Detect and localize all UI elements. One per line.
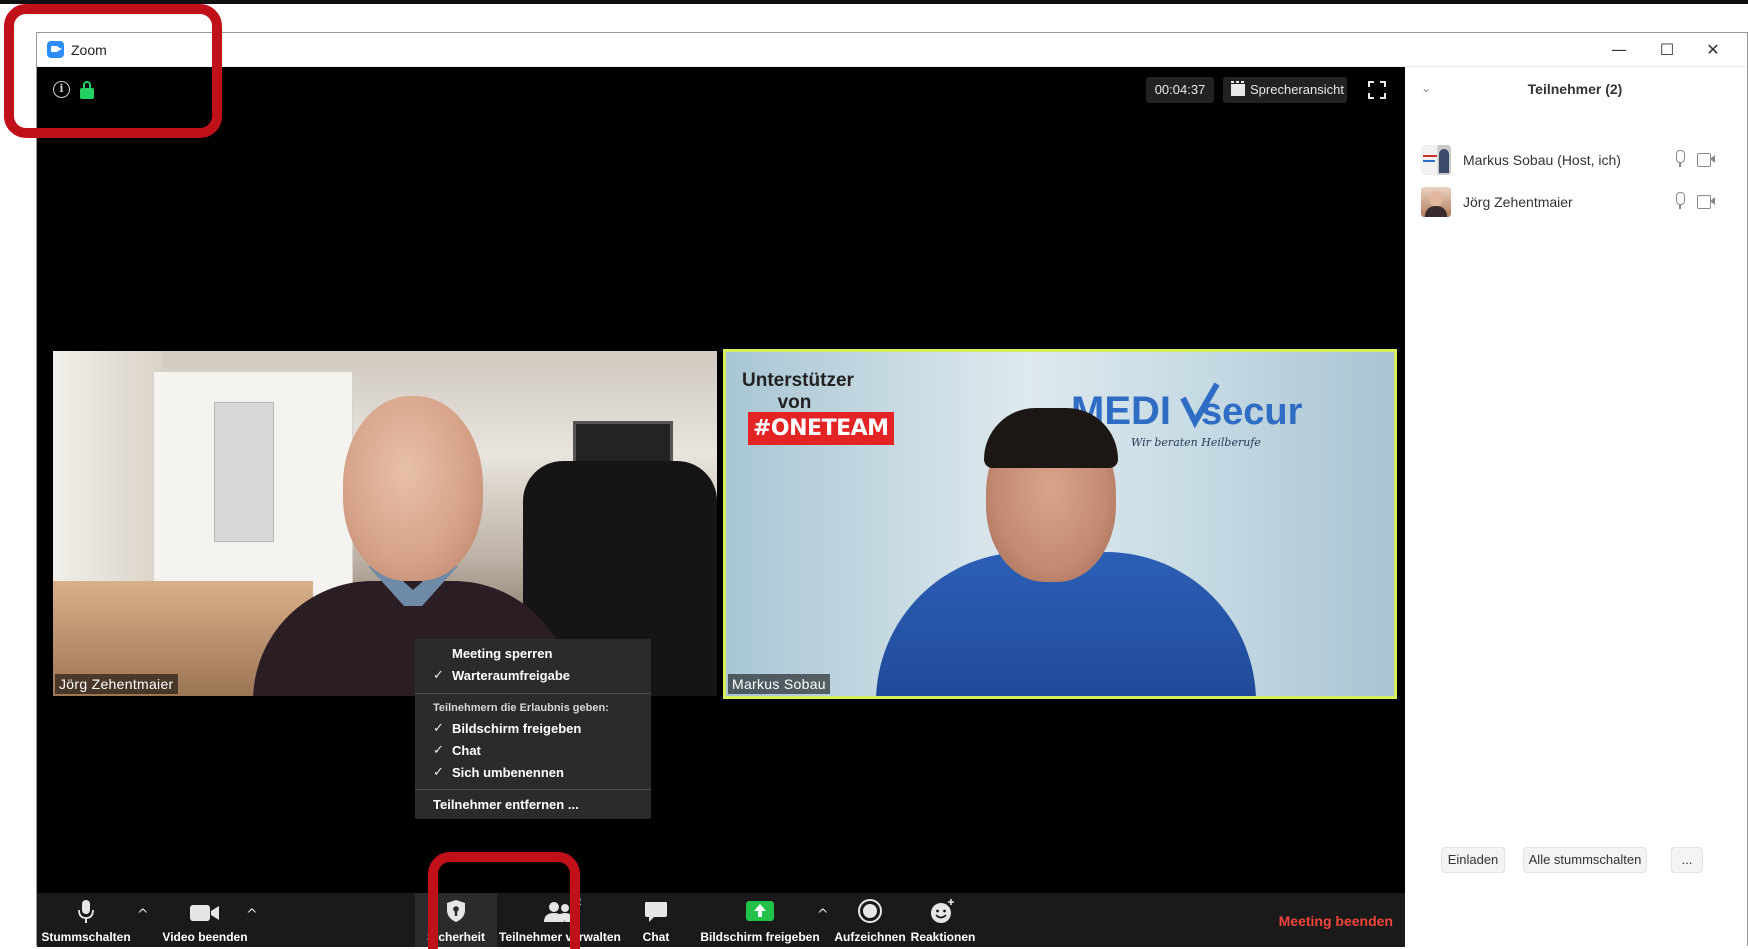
security-menu: Meeting sperren ✓ Warteraumfreigabe Teil…: [415, 639, 651, 819]
meeting-toolbar: Stummschalten ^ Video beenden ^ Sicherhe…: [37, 893, 1405, 947]
logo-text-right: secur: [1201, 391, 1303, 433]
encryption-lock-icon[interactable]: [80, 81, 94, 99]
close-button[interactable]: ✕: [1693, 39, 1733, 61]
menu-item-allow-rename[interactable]: ✓ Sich umbenennen: [415, 762, 651, 784]
video-name-label: Jörg Zehentmaier: [55, 674, 178, 694]
participant-name: Jörg Zehentmaier: [1463, 194, 1573, 210]
chat-label: Chat: [642, 930, 670, 944]
share-options-caret-icon[interactable]: ^: [817, 907, 829, 923]
more-options-button[interactable]: ...: [1671, 847, 1703, 873]
zoom-logo-icon: [47, 41, 64, 58]
manage-participants-button[interactable]: 2 Teilnehmer verwalten: [499, 893, 621, 947]
participant-name: Markus Sobau (Host, ich): [1463, 152, 1621, 168]
security-button[interactable]: Sicherheit: [415, 893, 497, 947]
video-options-caret-icon[interactable]: ^: [246, 907, 258, 923]
invite-button[interactable]: Einladen: [1441, 847, 1505, 873]
menu-item-lock-meeting[interactable]: Meeting sperren: [415, 643, 651, 665]
participant-face: [343, 396, 483, 581]
microphone-icon[interactable]: [1675, 150, 1685, 168]
mute-button[interactable]: Stummschalten: [37, 893, 135, 947]
speaker-view-button[interactable]: Sprecheransicht: [1223, 77, 1347, 103]
oneteam-badge: #ONETEAM: [748, 412, 894, 445]
chat-bubble-icon: [645, 902, 667, 922]
window-title: Zoom: [71, 42, 107, 58]
microphone-icon: [78, 900, 94, 923]
grid-view-icon: [1231, 81, 1245, 96]
menu-item-remove-participant[interactable]: Teilnehmer entfernen ...: [415, 794, 651, 816]
info-icon[interactable]: i: [53, 81, 70, 98]
participant-row[interactable]: Markus Sobau (Host, ich): [1405, 141, 1747, 179]
menu-item-waiting-room[interactable]: ✓ Warteraumfreigabe: [415, 665, 651, 687]
end-meeting-button[interactable]: Meeting beenden: [1279, 913, 1393, 929]
meeting-timer: 00:04:37: [1146, 77, 1214, 103]
chat-button[interactable]: Chat: [631, 893, 681, 947]
video-camera-icon[interactable]: [1697, 153, 1715, 167]
video-camera-icon: [190, 905, 219, 921]
reactions-button[interactable]: Reaktionen: [907, 893, 979, 947]
checkmark-icon: ✓: [433, 765, 444, 780]
record-label: Aufzeichnen: [834, 930, 906, 944]
participants-count-badge: 2: [575, 896, 582, 908]
title-bar: Zoom — ☐ ✕: [37, 33, 1747, 67]
menu-section-label: Teilnehmern die Erlaubnis geben:: [433, 702, 609, 714]
record-button[interactable]: Aufzeichnen: [833, 893, 907, 947]
stop-video-label: Video beenden: [162, 930, 248, 944]
checkmark-icon: ✓: [433, 668, 444, 683]
security-label: Sicherheit: [426, 930, 486, 944]
virtual-background-caption: Unterstützer von: [742, 370, 854, 413]
minimize-button[interactable]: —: [1599, 39, 1639, 61]
speaker-view-label: Sprecheransicht: [1250, 82, 1344, 97]
video-camera-icon[interactable]: [1697, 195, 1715, 209]
mute-label: Stummschalten: [41, 930, 131, 944]
menu-item-allow-share-screen[interactable]: ✓ Bildschirm freigeben: [415, 718, 651, 740]
manage-participants-label: Teilnehmer verwalten: [499, 930, 621, 944]
checkmark-icon: ✓: [433, 743, 444, 758]
share-screen-icon: [746, 901, 774, 921]
fullscreen-icon[interactable]: [1368, 81, 1386, 99]
logo-tagline: Wir beraten Heilberufe: [1131, 436, 1261, 449]
menu-item-allow-chat[interactable]: ✓ Chat: [415, 740, 651, 762]
participants-panel-title: Teilnehmer (2): [1527, 81, 1623, 97]
participants-icon: [544, 902, 574, 922]
video-tile-markus[interactable]: Unterstützer von #ONETEAM MEDI secur Wir…: [723, 349, 1397, 699]
share-screen-label: Bildschirm freigeben: [700, 930, 820, 944]
screenshot-stage: Zoom — ☐ ✕ i 00:04:37 Sprecheransicht Jö…: [0, 0, 1748, 949]
shield-icon: [447, 900, 465, 922]
reactions-label: Reaktionen: [910, 930, 976, 944]
checkmark-icon: ✓: [433, 721, 444, 736]
participants-panel: ⌄ Teilnehmer (2) Markus Sobau (Host, ich…: [1405, 67, 1747, 947]
audio-options-caret-icon[interactable]: ^: [137, 907, 149, 923]
microphone-icon[interactable]: [1675, 192, 1685, 210]
stop-video-button[interactable]: Video beenden: [155, 893, 255, 947]
share-screen-button[interactable]: Bildschirm freigeben: [697, 893, 823, 947]
record-icon: [858, 899, 882, 923]
mute-all-button[interactable]: Alle stummschalten: [1523, 847, 1647, 873]
participant-row[interactable]: Jörg Zehentmaier: [1405, 183, 1747, 221]
menu-divider: [415, 693, 651, 694]
smiley-reaction-icon: [931, 899, 954, 923]
background-cabinet: [153, 371, 353, 611]
zoom-window: Zoom — ☐ ✕ i 00:04:37 Sprecheransicht Jö…: [36, 32, 1748, 947]
avatar: [1421, 187, 1451, 217]
menu-divider: [415, 789, 651, 790]
top-border-line: [0, 0, 1748, 4]
video-name-label: Markus Sobau: [728, 674, 830, 694]
avatar: [1421, 145, 1451, 175]
video-area: i 00:04:37 Sprecheransicht Jörg Zehentma…: [37, 67, 1405, 947]
maximize-button[interactable]: ☐: [1647, 39, 1687, 61]
